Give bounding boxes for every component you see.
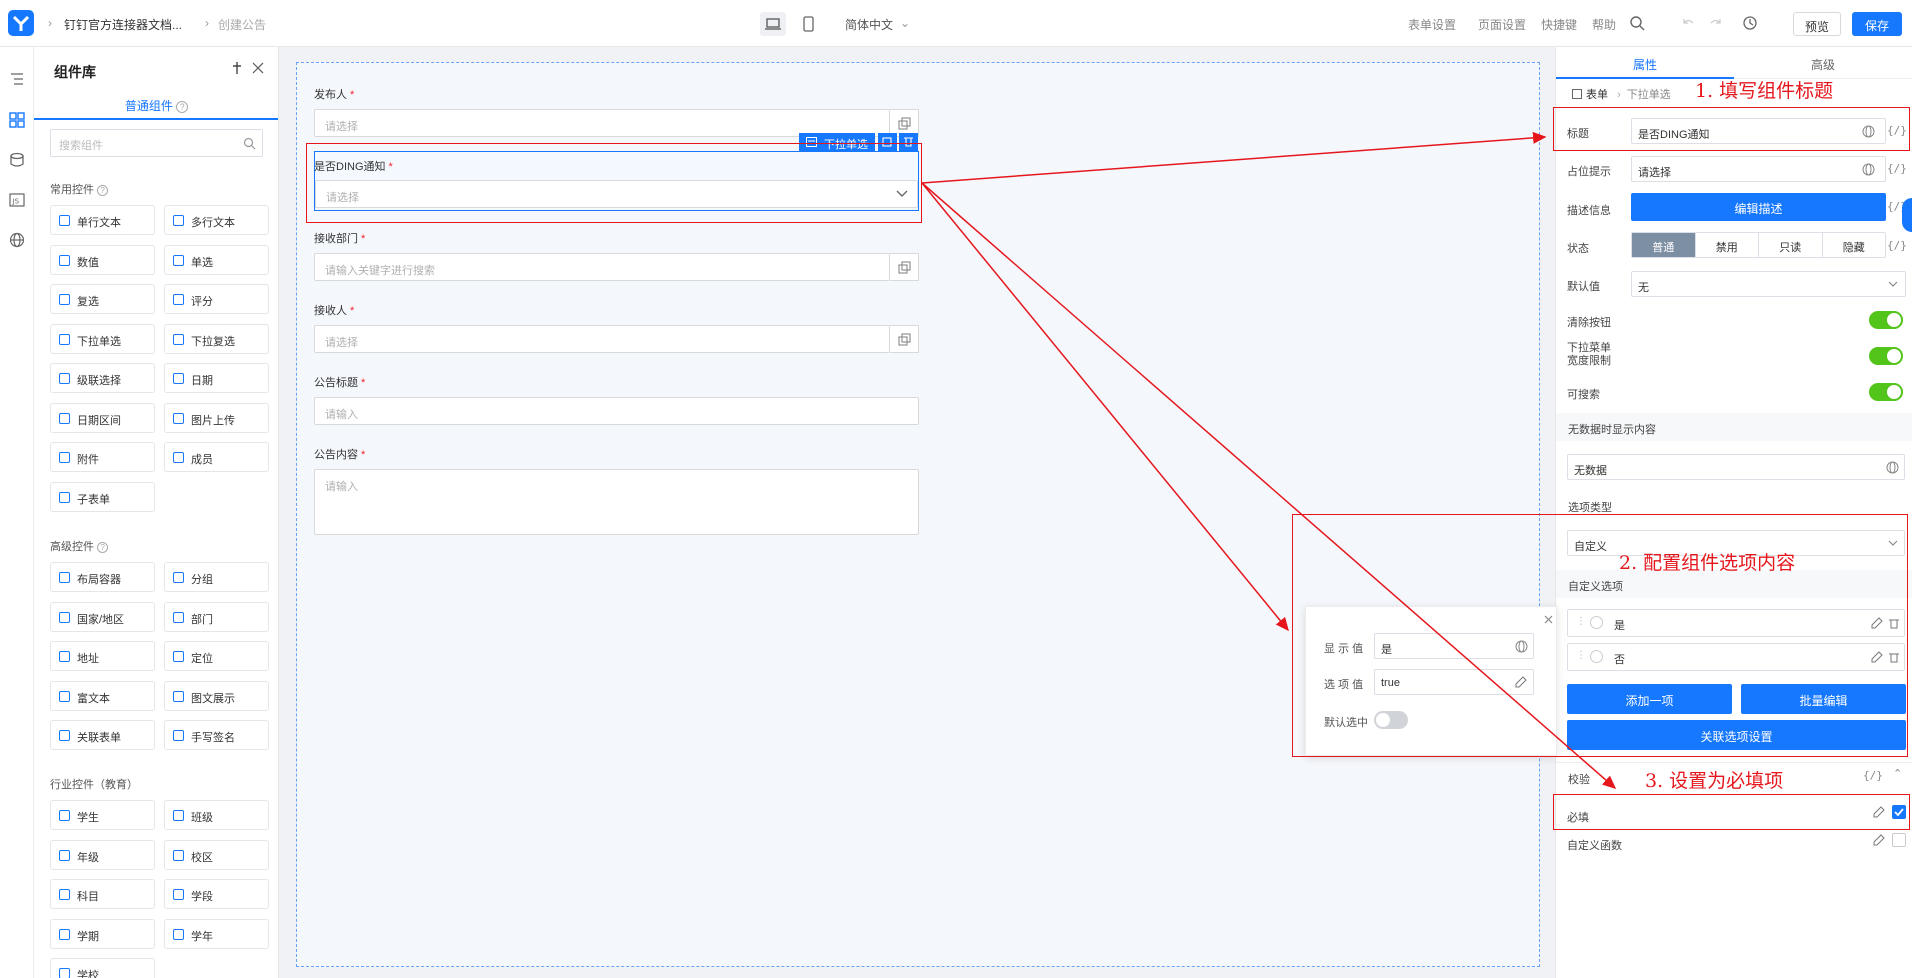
annotation-arrows [921,131,1617,789]
